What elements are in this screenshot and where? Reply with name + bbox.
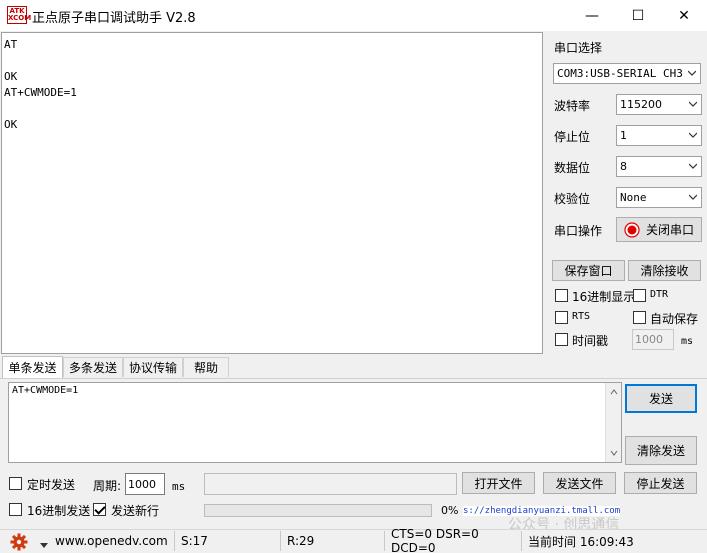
send-textarea[interactable]: AT+CWMODE=1 [8, 382, 622, 463]
stop-bits-label: 停止位 [554, 130, 591, 144]
dtr-label: DTR [650, 289, 669, 300]
close-port-button[interactable]: 关闭串口 [616, 217, 702, 242]
auto-save-label: 自动保存 [650, 312, 699, 326]
tab-protocol[interactable]: 协议传输 [123, 357, 183, 377]
close-button[interactable]: ✕ [661, 0, 707, 31]
sent-count: S:17 [177, 531, 281, 551]
line-status: CTS=0 DSR=0 DCD=0 [387, 527, 522, 553]
app-logo-icon: ATK XCOM [7, 6, 32, 24]
stop-send-button[interactable]: 停止发送 [624, 472, 697, 494]
baud-select[interactable]: 115200 [616, 94, 702, 115]
parity-label: 校验位 [554, 192, 591, 206]
chevron-down-icon [689, 194, 697, 200]
port-label: 串口选择 [554, 41, 603, 55]
minimize-icon: — [585, 7, 599, 24]
clear-send-button[interactable]: 清除发送 [625, 436, 697, 465]
gear-icon [10, 533, 28, 551]
receive-line: OK [4, 70, 18, 83]
receive-line: AT+CWMODE=1 [4, 86, 77, 99]
caret-down-icon[interactable] [40, 538, 48, 552]
auto-save-checkbox[interactable] [633, 311, 646, 324]
hex-display-label: 16进制显示 [572, 290, 636, 304]
receive-textarea[interactable]: AT OK AT+CWMODE=1 OK [1, 32, 543, 354]
timed-send-checkbox[interactable] [9, 477, 22, 490]
stop-bits-select[interactable]: 1 [616, 125, 702, 146]
current-time: 当前时间 16:09:43 [528, 534, 634, 549]
parity-select[interactable]: None [616, 187, 702, 208]
receive-line: OK [4, 118, 18, 131]
maximize-icon: ☐ [631, 7, 645, 24]
received-count: R:29 [283, 531, 385, 551]
timestamp-label: 时间戳 [572, 334, 609, 348]
dtr-checkbox[interactable] [633, 289, 646, 302]
tab-multi-send[interactable]: 多条发送 [63, 357, 123, 377]
maximize-button[interactable]: ☐ [615, 0, 661, 31]
receive-line [4, 101, 540, 117]
rts-label: RTS [572, 311, 591, 322]
receive-line: AT [4, 38, 18, 51]
settings-menu[interactable] [10, 533, 34, 551]
file-path-input[interactable] [204, 473, 457, 495]
send-newline-label: 发送新行 [111, 504, 160, 518]
timed-send-label: 定时发送 [27, 478, 76, 492]
operation-label: 串口操作 [554, 224, 603, 238]
save-window-button[interactable]: 保存窗口 [552, 260, 625, 281]
tab-divider [0, 378, 707, 379]
rts-checkbox[interactable] [555, 311, 568, 324]
chevron-down-icon [689, 101, 697, 107]
data-bits-label: 数据位 [554, 161, 591, 175]
timestamp-checkbox[interactable] [555, 333, 568, 346]
period-unit: ms [172, 480, 186, 493]
send-scrollbar[interactable] [605, 383, 621, 462]
port-select[interactable]: COM3:USB-SERIAL CH340 [553, 63, 701, 84]
chevron-down-icon [688, 70, 696, 76]
tab-single-send[interactable]: 单条发送 [2, 356, 63, 378]
close-icon: ✕ [678, 7, 690, 24]
progress-text: 0% [441, 504, 459, 517]
data-bits-select[interactable]: 8 [616, 156, 702, 177]
minimize-button[interactable]: — [569, 0, 615, 31]
chevron-down-icon [689, 163, 697, 169]
send-progress-bar [204, 504, 432, 517]
tab-help[interactable]: 帮助 [183, 357, 229, 377]
send-file-button[interactable]: 发送文件 [543, 472, 616, 494]
timestamp-input[interactable]: 1000 [632, 329, 674, 350]
clear-receive-button[interactable]: 清除接收 [628, 260, 701, 281]
period-input[interactable]: 1000 [125, 473, 165, 495]
hex-send-label: 16进制发送 [27, 504, 91, 518]
send-button[interactable]: 发送 [625, 384, 697, 413]
hex-display-checkbox[interactable] [555, 289, 568, 302]
baud-label: 波特率 [554, 99, 591, 113]
receive-line [4, 53, 540, 69]
chevron-down-icon [689, 132, 697, 138]
window-title: 正点原子串口调试助手 V2.8 [32, 11, 196, 26]
send-newline-checkbox[interactable] [93, 503, 106, 516]
open-file-button[interactable]: 打开文件 [462, 472, 535, 494]
period-label: 周期: [93, 479, 122, 493]
record-icon [624, 221, 640, 238]
hex-send-checkbox[interactable] [9, 503, 22, 516]
website-link[interactable]: www.openedv.com [51, 531, 175, 551]
timestamp-unit: ms [681, 336, 694, 347]
chevron-down-icon [610, 450, 618, 456]
chevron-up-icon [610, 389, 618, 395]
